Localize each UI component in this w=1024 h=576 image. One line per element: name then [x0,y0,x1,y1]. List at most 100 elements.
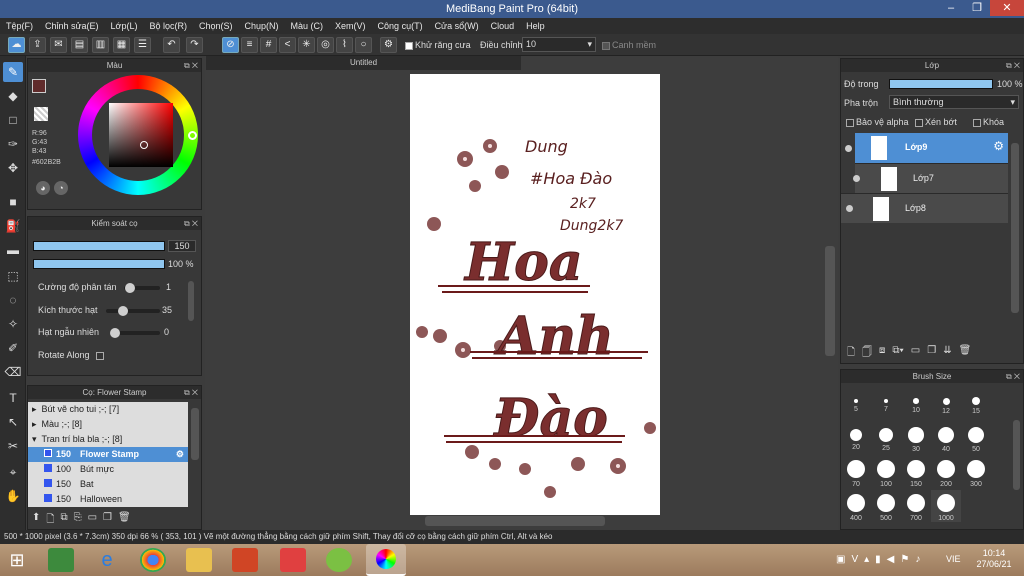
menu-help[interactable]: Help [520,18,551,34]
blend-mode-select[interactable]: Bình thường ▾ [889,95,1019,109]
close-icon[interactable]: ⧉ ✕ [184,217,198,230]
menu-snap[interactable]: Chụp(N) [239,18,285,34]
tray-arrow-icon[interactable]: ▴ [864,554,869,565]
clipping-checkbox[interactable] [915,118,923,127]
brush-control-scrollbar[interactable] [188,281,194,321]
menu-cloud[interactable]: Cloud [485,18,521,34]
delete-layer-icon[interactable]: 🗑 [959,345,972,362]
gear-icon[interactable]: ⚙ [176,447,184,462]
close-icon[interactable]: ⧉ ✕ [1006,59,1020,72]
cross-snap-icon[interactable]: # [260,37,277,53]
medibang-taskbar-button[interactable] [366,544,406,576]
brush-size-option[interactable]: 25 [871,422,901,454]
new-8bit-layer-icon[interactable]: ⧈ [879,345,885,362]
menu-view[interactable]: Xem(V) [329,18,372,34]
circle-snap-icon[interactable]: ◎ [317,37,334,53]
speaker-icon[interactable]: ♪ [915,554,920,565]
chat-icon[interactable]: ✉ [50,37,67,53]
brush-size-option[interactable]: 70 [841,456,871,488]
eraser-tool-icon[interactable]: ◆ [3,86,23,106]
brush-group-row[interactable]: ▾ Tran trí bla bla ;-; [8] [28,432,188,447]
start-button-icon[interactable]: ⊞ [4,548,30,572]
undo-icon[interactable]: ↶ [163,37,180,53]
close-icon[interactable]: ⧉ ✕ [184,386,198,399]
layer-row-selected[interactable]: Lớp9 ⚙ [855,133,1008,163]
radial-snap-icon[interactable]: ✳ [298,37,315,53]
add-layer-menu-icon[interactable]: ⧉▾ [892,345,903,362]
select-icon[interactable]: ⬚ [3,266,23,286]
brush-size-option[interactable]: 20 [841,422,871,454]
hue-cursor[interactable] [188,131,197,140]
ellipse-snap-icon[interactable]: ○ [355,37,372,53]
brush-item-row[interactable]: 150 Bat [28,477,188,492]
list-icon[interactable]: ☰ [134,37,151,53]
network-icon[interactable]: ▮ [875,554,881,565]
copy-brush-icon[interactable]: ⎘ [74,512,82,529]
random-slider[interactable] [110,328,160,338]
gradient-icon[interactable]: ▬ [3,240,23,260]
brush-item-row[interactable]: 150 Halloween [28,492,188,507]
duplicate-layer-icon[interactable]: ❐ [927,345,936,362]
volume-icon[interactable]: ◀ [887,554,895,565]
brush-size-option[interactable]: 500 [871,490,901,522]
cloud-icon[interactable]: ☁ [8,37,25,53]
operation-tool-icon[interactable]: ↖ [3,412,23,432]
add-brush-icon[interactable]: ⬆ [32,512,40,529]
vertical-scrollbar[interactable] [825,246,835,356]
restore-button[interactable]: ❐ [964,0,990,16]
close-icon[interactable]: ⧉ ✕ [1006,370,1020,383]
menu-filter[interactable]: Bộ lọc(R) [143,18,193,34]
file-explorer-icon[interactable] [186,548,212,572]
bluestacks-icon[interactable] [48,548,74,572]
fill-rect-icon[interactable]: ■ [3,192,23,212]
brush-size-option[interactable]: 30 [901,422,931,454]
menu-tools[interactable]: Công cụ(T) [372,18,429,34]
transparent-swatch[interactable] [34,107,48,121]
close-icon[interactable]: ⧉ ✕ [184,59,198,72]
brush-size-option[interactable]: 100 [871,456,901,488]
select-pen-icon[interactable]: ✐ [3,338,23,358]
hue-wheel[interactable] [78,75,198,195]
brush-size-option[interactable]: 7 [871,388,901,420]
redo-icon[interactable]: ↷ [186,37,203,53]
menu-edit[interactable]: Chỉnh sửa(E) [39,18,105,34]
divide-tool-icon[interactable]: ✂ [3,436,23,456]
brush-size-option[interactable]: 300 [961,456,991,488]
close-button[interactable]: ✕ [990,0,1024,16]
new-layer-icon[interactable]: 🗋 [847,345,855,362]
brush-list-scrollbar[interactable] [191,408,199,460]
brush-size-option[interactable]: 5 [841,388,871,420]
horizontal-scrollbar[interactable] [425,516,605,526]
magic-wand-icon[interactable]: ✧ [3,314,23,334]
text-tool-icon[interactable]: T [3,388,23,408]
page-icon[interactable]: ▥ [92,37,109,53]
visibility-icon[interactable] [853,175,860,182]
app-icon[interactable] [280,548,306,572]
menu-layer[interactable]: Lớp(L) [105,18,144,34]
upload-icon[interactable]: ⇪ [29,37,46,53]
delete-icon[interactable]: 🗑 [118,512,131,529]
brush-size-option[interactable]: 10 [901,388,931,420]
minimize-button[interactable]: – [938,0,964,16]
particle-slider[interactable] [106,306,160,316]
document-tab[interactable]: Untitled [206,56,521,70]
brush-size-option[interactable]: 400 [841,490,871,522]
primary-color-swatch[interactable] [32,79,46,93]
brush-tool-icon[interactable]: ✎ [3,62,23,82]
brush-group-row[interactable]: ▸ Màu ;-; [8] [28,417,188,432]
lock-checkbox[interactable] [973,118,981,127]
protect-alpha-checkbox[interactable] [846,118,854,127]
brush-size-slider[interactable] [33,241,165,251]
scatter-slider[interactable] [124,283,160,293]
snap-off-icon[interactable]: ⊘ [222,37,239,53]
rotate-along-checkbox[interactable] [96,351,105,360]
brush-size-option[interactable]: 50 [961,422,991,454]
new-halftone-layer-icon[interactable]: 🗍 [862,345,872,362]
brush-size-option[interactable]: 150 [901,456,931,488]
brush-size-option[interactable]: 40 [931,422,961,454]
folder-icon[interactable]: ▭ [911,345,920,362]
menu-color[interactable]: Màu (C) [285,18,330,34]
hand-tool-icon[interactable]: ✋ [3,486,23,506]
brush-size-option[interactable]: 200 [931,456,961,488]
powerpoint-icon[interactable] [232,548,258,572]
